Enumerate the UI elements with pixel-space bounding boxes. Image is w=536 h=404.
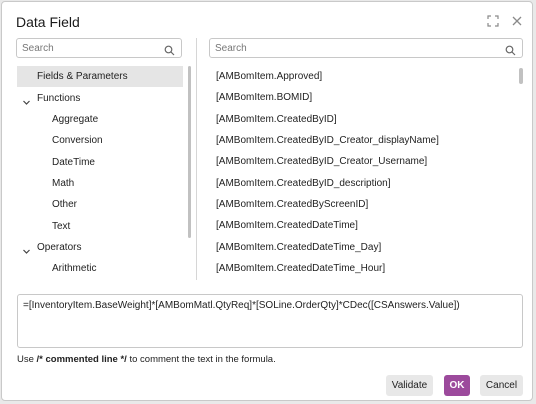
tree-item-label: Other	[52, 199, 78, 210]
tree-item-arithmetic[interactable]: Arithmetic	[17, 258, 183, 279]
cancel-button[interactable]: Cancel	[480, 375, 523, 396]
tree-item-label: Arithmetic	[52, 263, 97, 274]
tree-item-label: Text	[52, 221, 71, 232]
panel-divider	[196, 38, 197, 280]
field-list-item[interactable]: [AMBomItem.Approved]	[210, 66, 516, 87]
ok-button[interactable]: OK	[444, 375, 470, 396]
tree-item-math[interactable]: Math	[17, 173, 183, 194]
tree-item-conversion[interactable]: Conversion	[17, 130, 183, 151]
tree-item-operators[interactable]: Operators	[17, 237, 183, 258]
field-list-item[interactable]: [AMBomItem.CreatedDateTime_Day]	[210, 237, 516, 258]
fields-search-box	[209, 38, 523, 58]
hint-suffix: to comment the text in the formula.	[126, 354, 276, 365]
close-icon[interactable]	[510, 14, 524, 28]
field-list-item[interactable]: [AMBomItem.CreatedByID_description]	[210, 173, 516, 194]
tree-item-fields-parameters[interactable]: Fields & Parameters	[17, 66, 183, 87]
hint-comment-syntax: /* commented line */	[36, 354, 127, 365]
field-list-item[interactable]: [AMBomItem.CreatedByID_Creator_displayNa…	[210, 130, 516, 151]
hint-prefix: Use	[17, 354, 37, 365]
field-list-item[interactable]: [AMBomItem.CreatedByID]	[210, 109, 516, 130]
tree-item-label: Operators	[37, 242, 82, 253]
comment-hint: Use /* commented line */ to comment the …	[17, 354, 276, 365]
field-list-item[interactable]: [AMBomItem.CreatedDateTime_Hour]	[210, 258, 516, 279]
formula-text[interactable]: =[InventoryItem.BaseWeight]*[AMBomMatl.Q…	[23, 300, 460, 311]
chevron-down-icon[interactable]	[22, 94, 31, 105]
data-field-dialog: Data Field Fields & Parameters	[1, 1, 533, 401]
maximize-icon[interactable]	[486, 14, 500, 28]
search-icon[interactable]	[505, 43, 516, 56]
tree-item-label: Aggregate	[52, 114, 99, 125]
field-list-item[interactable]: [AMBomItem.CreatedByScreenID]	[210, 194, 516, 215]
field-list-item[interactable]: [AMBomItem.BOMID]	[210, 87, 516, 108]
tree-search-input[interactable]	[22, 41, 158, 55]
tree-item-functions[interactable]: Functions	[17, 88, 183, 109]
dialog-title: Data Field	[16, 14, 80, 30]
tree-item-label: Conversion	[52, 135, 103, 146]
fields-search-input[interactable]	[215, 41, 499, 55]
formula-editor[interactable]: =[InventoryItem.BaseWeight]*[AMBomMatl.Q…	[17, 294, 523, 348]
field-list-item[interactable]: [AMBomItem.CreatedDateTime]	[210, 215, 516, 236]
field-list-scrollbar[interactable]	[519, 68, 523, 84]
chevron-down-icon[interactable]	[22, 243, 31, 254]
tree-item-datetime[interactable]: DateTime	[17, 152, 183, 173]
tree-item-other[interactable]: Other	[17, 194, 183, 215]
tree-item-label: Math	[52, 178, 75, 189]
tree-item-label: DateTime	[52, 157, 95, 168]
tree-item-text[interactable]: Text	[17, 216, 183, 237]
tree-item-label: Functions	[37, 93, 81, 104]
tree-search-box	[16, 38, 182, 58]
tree-scrollbar[interactable]	[188, 66, 191, 238]
search-icon[interactable]	[164, 43, 175, 56]
validate-button[interactable]: Validate	[386, 375, 433, 396]
tree-item-label: Fields & Parameters	[37, 71, 128, 82]
tree-item-aggregate[interactable]: Aggregate	[17, 109, 183, 130]
field-list-item[interactable]: [AMBomItem.CreatedByID_Creator_Username]	[210, 151, 516, 172]
